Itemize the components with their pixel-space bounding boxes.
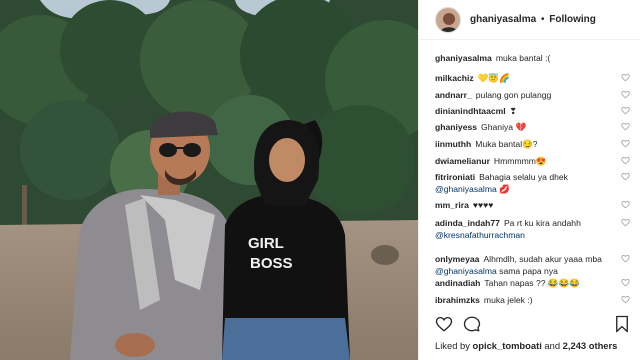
comment-username[interactable]: adinda_indah77 <box>435 218 500 228</box>
post-photo[interactable]: GIRL BOSS <box>0 0 418 360</box>
caption-username[interactable]: ghaniyasalma <box>435 53 492 63</box>
comment-username[interactable]: fitrironiati <box>435 172 475 182</box>
comment-username[interactable]: milkachiz <box>435 73 474 83</box>
likes-summary: Liked by opick_tomboati and 2,243 others <box>435 340 617 351</box>
action-bar <box>435 315 632 337</box>
comment-mention-link[interactable]: @ghaniyasalma <box>435 266 497 276</box>
comment-like-heart-icon[interactable] <box>621 218 630 227</box>
comment-row: dwiamelianur Hmmmmm😍 <box>435 155 634 167</box>
caption: ghaniyasalma muka bantal :( <box>435 52 634 64</box>
comment-like-heart-icon[interactable] <box>621 90 630 99</box>
post-header: ghaniyasalma • Following <box>419 0 640 40</box>
comment-row: iinmuthh Muka bantal😏? <box>435 138 634 150</box>
comment-text: Pa rt ku kira andahh <box>503 218 581 228</box>
comment-text: ❣ <box>509 106 517 116</box>
comment-like-heart-icon[interactable] <box>621 295 630 304</box>
comment-text: ♥♥♥♥ <box>472 200 494 210</box>
avatar[interactable] <box>435 6 461 33</box>
comment-text: Bahagia selalu ya dhek <box>479 172 568 182</box>
comment-like-heart-icon[interactable] <box>621 139 630 148</box>
comment-text: Ghaniya 💔 <box>481 122 527 132</box>
comment-like-heart-icon[interactable] <box>621 122 630 131</box>
comment-mention-link[interactable]: @kresnafathurrachman <box>435 230 525 240</box>
liked-user-link[interactable]: opick_tomboati <box>473 340 542 351</box>
comment-row: fitrironiati Bahagia selalu ya dhek @ghani… <box>435 171 634 195</box>
comment-text: pulang gon pulangg <box>475 90 552 100</box>
header-username[interactable]: ghaniyasalma <box>470 14 536 25</box>
bookmark-icon[interactable] <box>614 315 630 338</box>
post-sidebar: ghaniyasalma • Following ghaniyasalma muk… <box>418 0 640 360</box>
comment-username[interactable]: andinadiah <box>435 278 480 288</box>
photo-illustration: GIRL BOSS <box>0 0 418 360</box>
liked-middle: and <box>541 340 563 351</box>
shirt-text-girl: GIRL <box>248 235 284 252</box>
comment-row: onlymeyaa Alhmdlh, sudah akur yaaa mba @gh… <box>435 253 634 277</box>
comment-text-after: sama papa nya <box>496 266 558 276</box>
comment-username[interactable]: mm_rira <box>435 200 469 210</box>
comment-text-after: 💋 <box>496 184 510 194</box>
comment-row: andnarr_ pulang gon pulangg <box>435 89 634 101</box>
comment-username[interactable]: dwiamelianur <box>435 156 490 166</box>
comment-like-heart-icon[interactable] <box>621 73 630 82</box>
comment-list: ghaniyasalma muka bantal :( milkachiz 💛😇🌈 a… <box>435 52 634 305</box>
comment-row: ibrahimzks muka jelek :) <box>435 294 634 306</box>
comment-row: milkachiz 💛😇🌈 <box>435 72 634 84</box>
comment-row: adinda_indah77 Pa rt ku kira andahh @kresn… <box>435 217 634 241</box>
header-text: ghaniyasalma • Following <box>470 14 596 25</box>
comment-icon[interactable] <box>463 315 481 338</box>
comment-row: dinianindhtaacml ❣ <box>435 105 634 117</box>
comment-like-heart-icon[interactable] <box>621 278 630 287</box>
follow-status-button[interactable]: Following <box>549 14 596 25</box>
shirt-text-boss: BOSS <box>250 255 293 272</box>
comment-text: muka jelek :) <box>483 295 533 305</box>
comment-username[interactable]: ibrahimzks <box>435 295 480 305</box>
comment-username[interactable]: onlymeyaa <box>435 254 479 264</box>
comment-text: Tahan napas ?? 😂😂😂 <box>484 278 581 288</box>
comment-username[interactable]: andnarr_ <box>435 90 472 100</box>
caption-text: muka bantal :( <box>495 53 551 63</box>
comment-username[interactable]: ghaniyess <box>435 122 477 132</box>
comment-like-heart-icon[interactable] <box>621 200 630 209</box>
liked-count-link[interactable]: 2,243 others <box>563 340 618 351</box>
comment-text: Hmmmmm😍 <box>493 156 547 166</box>
comment-username[interactable]: dinianindhtaacml <box>435 106 506 116</box>
comment-like-heart-icon[interactable] <box>621 106 630 115</box>
comment-row: andinadiah Tahan napas ?? 😂😂😂 <box>435 277 634 289</box>
comment-row: mm_rira ♥♥♥♥ <box>435 199 634 211</box>
comment-like-heart-icon[interactable] <box>621 172 630 181</box>
comment-mention-link[interactable]: @ghaniyasalma <box>435 184 497 194</box>
header-separator: • <box>540 14 545 25</box>
comment-text: Muka bantal😏? <box>475 139 538 149</box>
comment-text: Alhmdlh, sudah akur yaaa mba <box>483 254 602 264</box>
comment-username[interactable]: iinmuthh <box>435 139 471 149</box>
comment-row: ghaniyess Ghaniya 💔 <box>435 121 634 133</box>
comment-text: 💛😇🌈 <box>477 73 510 83</box>
comment-like-heart-icon[interactable] <box>621 254 630 263</box>
liked-prefix: Liked by <box>435 340 473 351</box>
heart-icon[interactable] <box>435 315 453 338</box>
comment-like-heart-icon[interactable] <box>621 156 630 165</box>
